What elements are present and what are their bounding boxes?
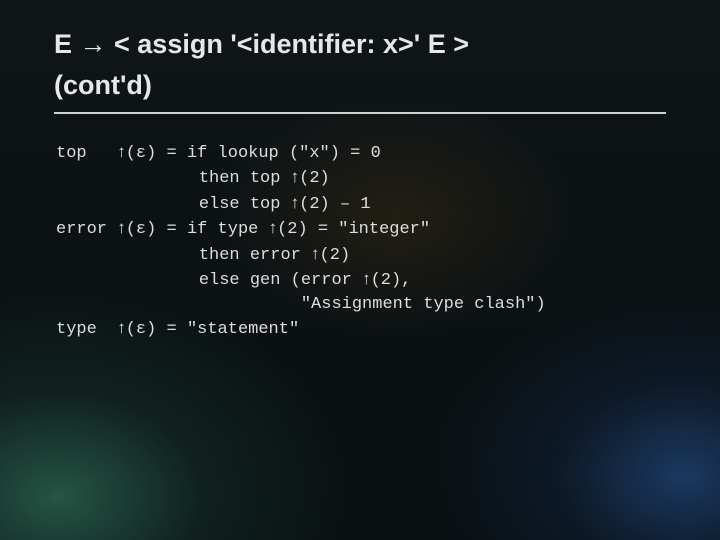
up-arrow-icon: ↑ [269,218,278,237]
code-text: if lookup ("x") = 0 [187,144,381,163]
code-text: (2) – 1 [299,195,370,214]
slide: E → < assign '<identifier: x>' E > (cont… [0,0,720,540]
code-text: then error [199,246,311,265]
up-arrow-icon: ↑ [291,167,300,186]
attr-name: type [56,320,97,339]
code-text: else gen (error [199,271,362,290]
up-arrow-icon: ↑ [291,193,300,212]
code-text: if type [187,220,269,239]
title-line-2: (cont'd) [54,69,666,102]
attr-arg: (ε) [126,144,157,163]
up-arrow-icon: ↑ [117,318,126,337]
title-line-1: E → < assign '<identifier: x>' E > [54,28,666,61]
attr-name: error [56,220,107,239]
up-arrow-icon: ↑ [362,269,371,288]
code-text: (2) [299,169,330,188]
equals: = [167,144,177,163]
code-text: "statement" [187,320,299,339]
title-block: E → < assign '<identifier: x>' E > (cont… [54,28,666,114]
up-arrow-icon: ↑ [117,218,126,237]
code-text: (2), [371,271,412,290]
code-text: (2) = "integer" [277,220,430,239]
up-arrow-icon: ↑ [117,142,126,161]
code-text: then top [199,169,291,188]
rule-top: top ↑(ε) = if lookup ("x") = 0 then top … [56,144,381,214]
code-text: else top [199,195,291,214]
equals: = [167,220,177,239]
rules-body: top ↑(ε) = if lookup ("x") = 0 then top … [56,140,672,342]
attr-name: top [56,144,87,163]
code-text: (2) [320,246,351,265]
up-arrow-icon: ↑ [311,244,320,263]
equals: = [167,320,177,339]
rule-error: error ↑(ε) = if type ↑(2) = "integer" th… [56,220,546,313]
attr-arg: (ε) [126,220,157,239]
rule-type: type ↑(ε) = "statement" [56,320,299,339]
attr-arg: (ε) [126,320,157,339]
code-text: "Assignment type clash") [301,295,546,314]
